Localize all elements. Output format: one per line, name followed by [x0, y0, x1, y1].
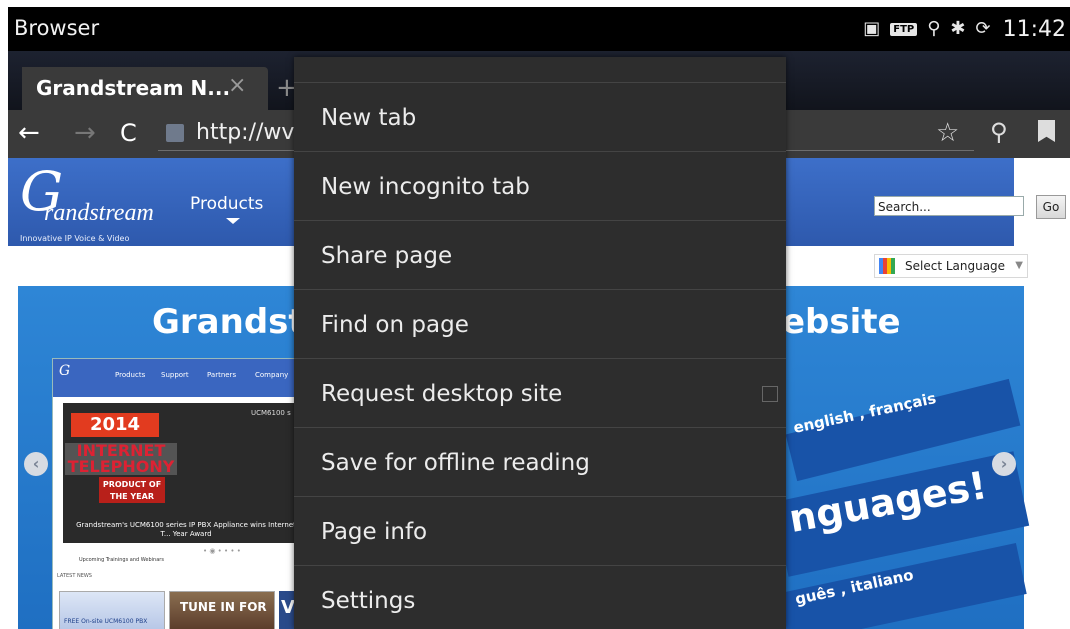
menu-item-new-incognito-tab[interactable]: New incognito tab	[294, 153, 786, 221]
google-translate-icon	[879, 258, 895, 274]
carousel-prev-icon[interactable]: ‹	[24, 452, 48, 476]
sync-icon: ⟳	[975, 18, 991, 39]
screenshot-logo-icon: G	[59, 363, 71, 379]
ftp-icon: FTP	[890, 22, 918, 36]
award-name: INTERNET TELEPHONY	[65, 443, 177, 475]
language-select[interactable]: Select Language ▼	[874, 254, 1028, 278]
screenshot-tile: TUNE IN FOR	[169, 591, 275, 629]
status-bar: Browser ▣ FTP ⚲ ✱ ⟳ 11:42	[8, 7, 1070, 51]
bluetooth-icon: ✱	[950, 18, 966, 39]
menu-item-label: Find on page	[321, 312, 469, 338]
carousel-next-icon[interactable]: ›	[992, 452, 1016, 476]
grandstream-logo[interactable]: G randstream Innovative IP Voice & Video	[14, 160, 154, 243]
screenshot-hero: 2014 INTERNET TELEPHONY PRODUCT OF THE Y…	[63, 403, 303, 543]
close-tab-icon[interactable]: ×	[228, 73, 246, 98]
logo-tagline: Innovative IP Voice & Video	[20, 234, 130, 243]
overflow-menu: Forward New tab New incognito tab Share …	[294, 57, 786, 629]
language-select-label: Select Language	[905, 259, 1006, 273]
award-year: 2014	[71, 413, 159, 437]
menu-item-settings[interactable]: Settings	[294, 567, 786, 629]
favicon-icon	[166, 124, 184, 142]
reload-icon[interactable]: C	[120, 119, 137, 147]
screenshot-caption: Grandstream's UCM6100 series IP PBX Appl…	[76, 521, 296, 538]
screenshot-nav-item: Products	[115, 371, 146, 379]
screenshot-tile-label: TUNE IN FOR	[180, 600, 267, 614]
search-icon[interactable]: ⚲	[990, 118, 1008, 146]
usb-icon: ⚲	[927, 18, 941, 39]
back-arrow-icon[interactable]: ←	[18, 118, 40, 148]
menu-item-label: Forward	[321, 57, 414, 83]
site-search-go-button[interactable]: Go	[1036, 195, 1066, 219]
menu-item-request-desktop-site[interactable]: Request desktop site	[294, 360, 786, 428]
app-title: Browser	[14, 16, 100, 40]
dropdown-arrow-icon: ▼	[1015, 260, 1023, 271]
menu-item-share-page[interactable]: Share page	[294, 222, 786, 290]
screenshot-tile-label: FREE On-site UCM6100 PBX	[64, 618, 148, 625]
screenshot-training: Upcoming Trainings and Webinars	[79, 557, 164, 563]
screenshot-nav-item: Company	[255, 371, 289, 379]
tab-grandstream[interactable]: Grandstream N... ×	[22, 67, 268, 110]
tab-title: Grandstream N...	[36, 76, 231, 100]
screenshot-tile: FREE On-site UCM6100 PBX	[59, 591, 165, 629]
menu-item-label: New tab	[321, 105, 417, 131]
clock: 11:42	[1002, 16, 1066, 42]
menu-item-label: Settings	[321, 588, 416, 614]
website-screenshot: G Products Support Partners Company 2014…	[52, 358, 304, 629]
logo-word: randstream	[44, 200, 154, 226]
menu-item-label: New incognito tab	[321, 174, 530, 200]
menu-item-forward[interactable]: Forward	[294, 57, 786, 83]
menu-item-save-offline[interactable]: Save for offline reading	[294, 429, 786, 497]
menu-item-label: Page info	[321, 519, 428, 545]
image-icon: ▣	[863, 18, 881, 39]
menu-item-label: Request desktop site	[321, 381, 563, 407]
status-icons: ▣ FTP ⚲ ✱ ⟳ 11:42	[863, 15, 1066, 43]
desktop-site-checkbox[interactable]	[762, 386, 778, 402]
menu-item-page-info[interactable]: Page info	[294, 498, 786, 566]
menu-item-label: Save for offline reading	[321, 450, 590, 476]
menu-item-find-on-page[interactable]: Find on page	[294, 291, 786, 359]
menu-item-new-tab[interactable]: New tab	[294, 84, 786, 152]
screenshot-nav-item: Partners	[207, 371, 237, 379]
menu-item-label: Share page	[321, 243, 453, 269]
bookmarks-icon[interactable]	[1038, 120, 1055, 142]
screenshot-news: LATEST NEWS	[57, 573, 92, 579]
screenshot-model: UCM6100 s	[251, 409, 291, 417]
star-icon[interactable]: ☆	[936, 118, 959, 148]
screenshot-carousel-dots: • ◉ • • • •	[203, 547, 241, 555]
screenshot-nav-item: Support	[161, 371, 189, 379]
chevron-down-icon	[226, 218, 240, 224]
banner-title-right: ebsite	[782, 302, 901, 342]
url-input[interactable]: http://wv	[196, 120, 294, 145]
nav-products[interactable]: Products	[190, 194, 263, 214]
site-search-input[interactable]: Search...	[874, 196, 1024, 216]
forward-arrow-icon[interactable]: →	[74, 118, 96, 148]
screenshot-nav: G Products Support Partners Company	[53, 359, 303, 397]
award-badge: PRODUCT OF THE YEAR	[99, 477, 165, 503]
